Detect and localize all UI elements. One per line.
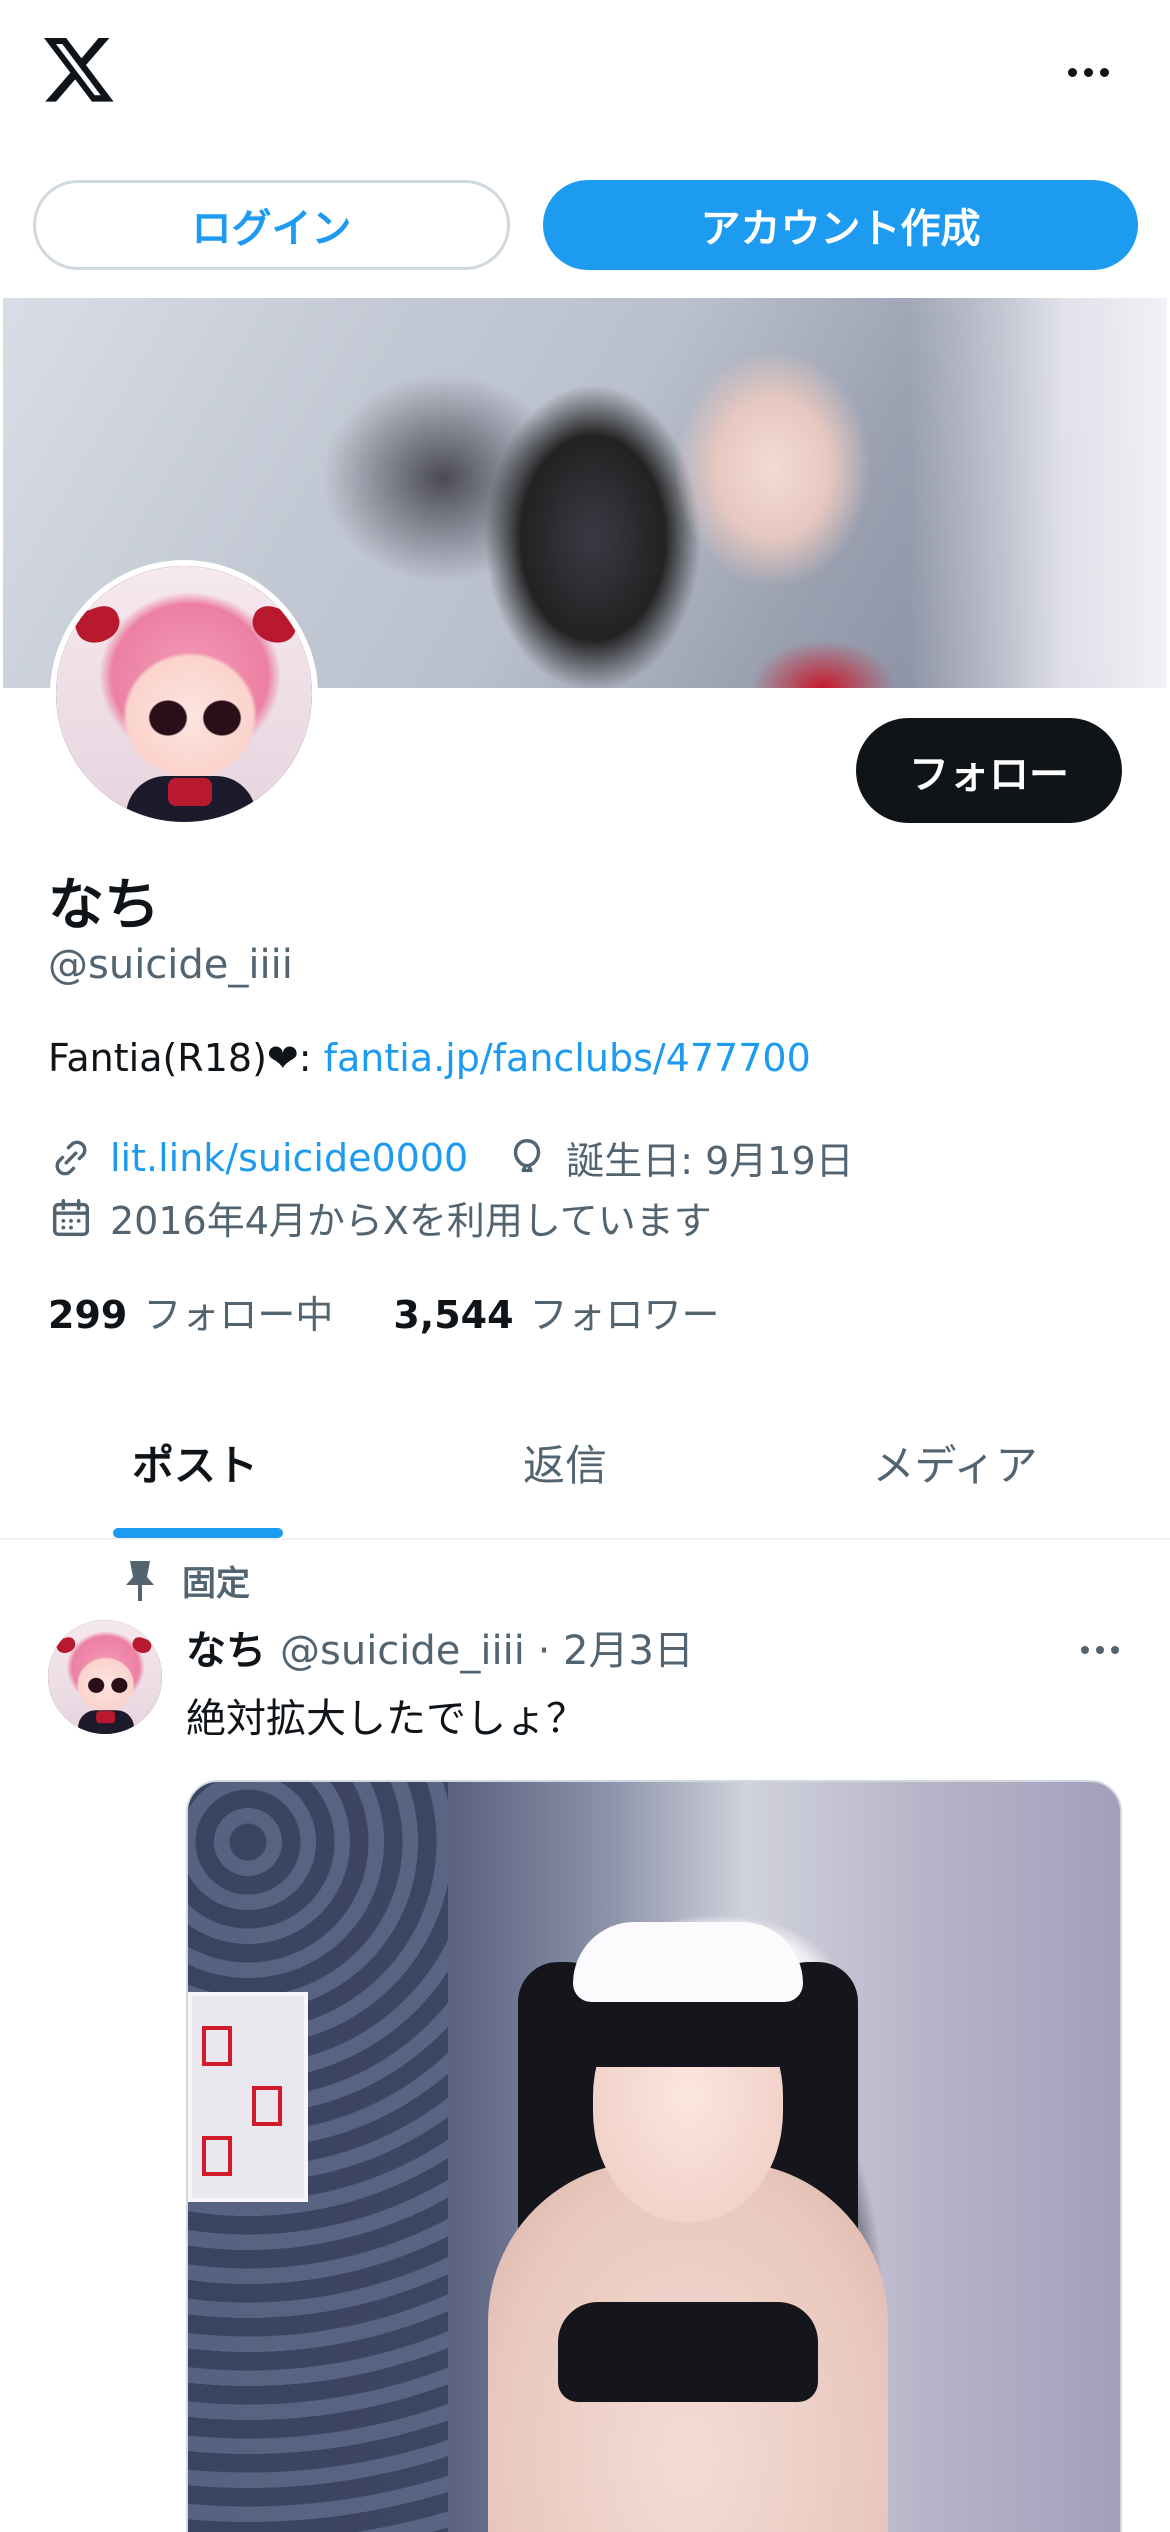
top-bar	[0, 0, 1170, 150]
post-media-image[interactable]	[186, 1780, 1122, 2532]
avatar-image	[56, 566, 312, 822]
follow-button[interactable]: フォロー	[856, 718, 1122, 823]
profile-avatar[interactable]	[50, 560, 318, 828]
profile-joined-row: 2016年4月からXを利用しています	[48, 1190, 712, 1245]
pin-icon	[126, 1560, 154, 1601]
create-account-button[interactable]: アカウント作成	[543, 180, 1138, 270]
following-count: 299	[48, 1293, 128, 1337]
post-more-icon[interactable]	[1070, 1630, 1130, 1670]
post-text: 絶対拡大したでしょ？	[186, 1696, 586, 1742]
followers-count: 3,544	[393, 1293, 514, 1337]
pinned-label: 固定	[120, 1556, 250, 1605]
follow-stats: 299 フォロー中 3,544 フォロワー	[48, 1284, 720, 1339]
login-button[interactable]: ログイン	[33, 180, 510, 270]
post-avatar[interactable]	[48, 1620, 162, 1734]
x-logo-icon[interactable]	[44, 38, 116, 104]
calendar-icon	[52, 1198, 90, 1236]
following-stat[interactable]: 299 フォロー中	[48, 1284, 333, 1339]
post-handle-date[interactable]: @suicide_iiii · 2月3日	[280, 1618, 694, 1676]
banner-light	[907, 298, 1167, 688]
active-tab-indicator	[113, 1528, 283, 1538]
followers-stat[interactable]: 3,544 フォロワー	[393, 1284, 719, 1339]
post-avatar-image	[48, 1620, 162, 1734]
website-link[interactable]: lit.link/suicide0000	[110, 1136, 468, 1180]
more-icon[interactable]	[1058, 52, 1118, 92]
balloon-icon	[513, 1138, 541, 1172]
birthday-text: 誕生日: 9月19日	[566, 1139, 854, 1183]
post-author-name[interactable]: なち	[186, 1618, 266, 1676]
bio-link[interactable]: fantia.jp/fanclubs/477700	[324, 1036, 811, 1080]
joined-text: 2016年4月からXを利用しています	[110, 1199, 712, 1243]
profile-handle: @suicide_iiii	[48, 942, 293, 988]
profile-tabs: ポスト 返信 メディア	[0, 1384, 1170, 1540]
profile-meta-row: lit.link/suicide0000 誕生日: 9月19日	[48, 1130, 854, 1185]
profile-bio: Fantia(R18)❤︎: fantia.jp/fanclubs/477700	[48, 1036, 811, 1080]
followers-label: フォロワー	[529, 1293, 720, 1337]
following-label: フォロー中	[143, 1293, 334, 1337]
profile-name: なち	[48, 873, 160, 938]
tab-posts[interactable]: ポスト	[0, 1384, 390, 1540]
bio-text: Fantia(R18)❤︎:	[48, 1036, 324, 1080]
post-header: なち @suicide_iiii · 2月3日	[186, 1618, 694, 1676]
link-icon	[55, 1140, 87, 1175]
pinned-text: 固定	[182, 1564, 250, 1604]
tab-replies[interactable]: 返信	[370, 1384, 760, 1540]
tab-media[interactable]: メディア	[760, 1384, 1150, 1540]
